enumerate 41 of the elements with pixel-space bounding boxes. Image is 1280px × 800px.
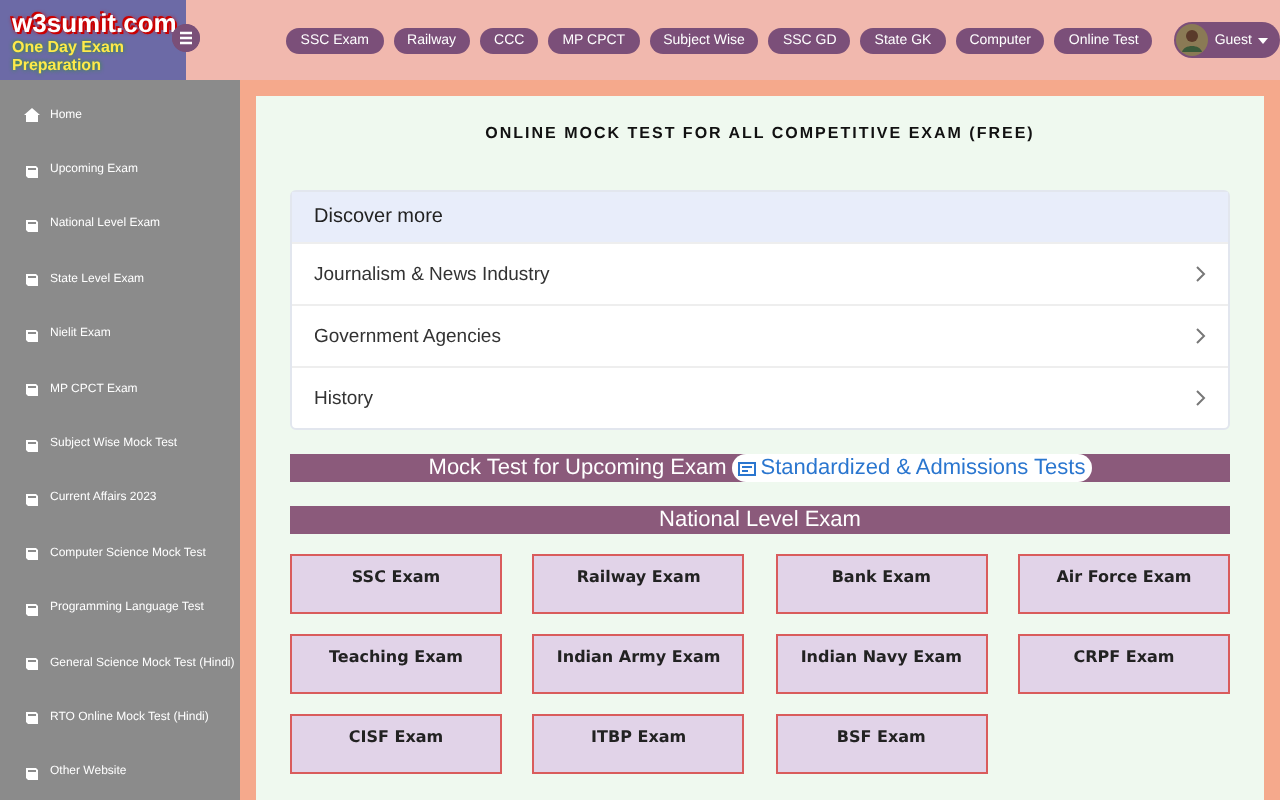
banner-text[interactable]: Mock Test for Upcoming Exam [428, 456, 727, 480]
topic-chip[interactable]: Standardized & Admissions Tests [732, 454, 1092, 482]
book-icon [24, 765, 40, 780]
book-icon [24, 272, 40, 287]
exam-link[interactable]: Air Force Exam [1017, 554, 1230, 614]
site-logo[interactable]: w3sumit.com [12, 7, 177, 37]
exam-link[interactable]: Indian Army Exam [532, 634, 745, 694]
book-icon [24, 437, 40, 452]
chevron-icon [1196, 266, 1206, 282]
book-icon [24, 163, 40, 178]
site-tagline: One Day Exam Preparation [12, 37, 127, 73]
book-icon [24, 601, 40, 616]
home-icon [24, 108, 40, 123]
discover-link[interactable]: Government Agencies [292, 304, 1228, 366]
exam-link[interactable]: Teaching Exam [290, 634, 502, 694]
book-icon [24, 217, 40, 232]
exam-link[interactable]: CRPF Exam [1017, 634, 1230, 694]
discover-heading: Discover more [292, 192, 1228, 242]
exam-link[interactable]: BSF Exam [775, 714, 988, 774]
exam-link[interactable]: CISF Exam [290, 714, 502, 774]
book-icon [24, 710, 40, 725]
section-heading: National Level Exam [290, 506, 1230, 534]
menu-icon[interactable] [172, 24, 201, 52]
book-icon [24, 656, 40, 671]
book-icon [24, 327, 40, 342]
discover-link[interactable]: Journalism & News Industry [292, 242, 1228, 304]
book-icon [24, 546, 40, 561]
chevron-icon [1196, 328, 1206, 344]
caret-icon [1258, 37, 1268, 43]
exam-link[interactable]: ITBP Exam [532, 714, 745, 774]
discover-link[interactable]: History [292, 366, 1228, 428]
exam-link[interactable]: Railway Exam [532, 554, 745, 614]
exam-link[interactable]: SSC Exam [290, 554, 502, 614]
book-icon [24, 491, 40, 506]
avatar-icon [1176, 24, 1209, 56]
card-icon [738, 461, 757, 475]
exam-link[interactable]: Indian Navy Exam [775, 634, 988, 694]
chevron-icon [1196, 390, 1206, 406]
page-title: ONLINE MOCK TEST FOR ALL COMPETITIVE EXAM (FREE) [483, 124, 1037, 142]
book-icon [24, 382, 40, 397]
exam-link[interactable]: Bank Exam [775, 554, 988, 614]
